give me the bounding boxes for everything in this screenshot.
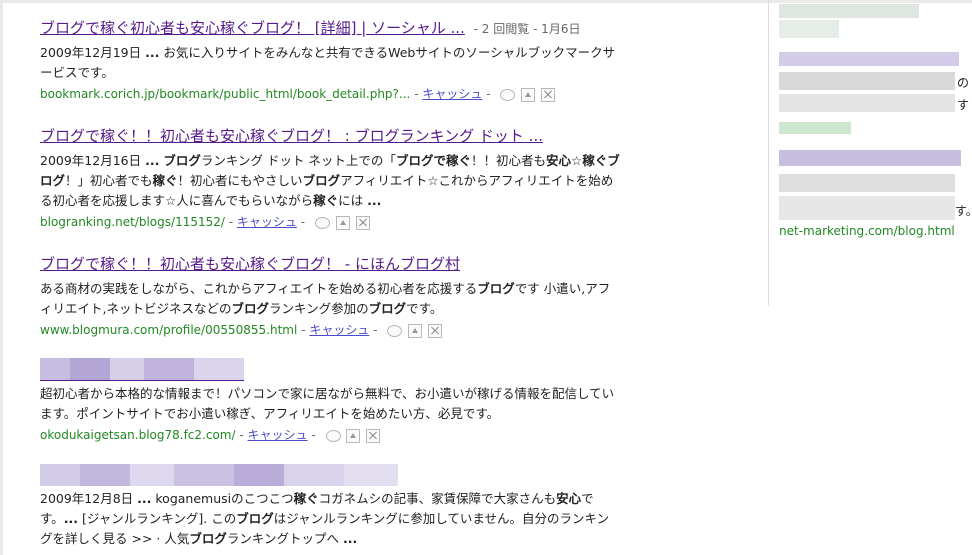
- result-item: ブログで稼ぐ初心者も安心稼ぐブログ！ [詳細] | ソーシャル ... - 2 …: [40, 18, 620, 104]
- result-cite-line: www.blogmura.com/profile/00550855.html -…: [40, 321, 620, 340]
- result-tools: [498, 86, 556, 104]
- cache-link[interactable]: キャッシュ: [248, 428, 308, 442]
- result-snippet: ある商材の実践をしながら、これからアフィエイトを始める初心者を応援するブログです…: [40, 281, 611, 316]
- sidebar-ads: の す す。 net-marketing.com/blog.html: [768, 0, 972, 306]
- comment-icon[interactable]: [325, 430, 341, 442]
- sidebar-text: の: [957, 76, 970, 90]
- result-item: 2009年12月8日 ... koganemusiのこつこつ稼ぐコガネムシの記事…: [40, 464, 620, 549]
- result-title-row: ブログで稼ぐ！！初心者も安心稼ぐブログ！ : ブログランキング ドット ...: [40, 126, 620, 148]
- result-url: www.blogmura.com/profile/00550855.html: [40, 323, 298, 337]
- result-cite-line: okodukaigetsan.blog78.fc2.com/ - キャッシュ -: [40, 426, 620, 445]
- remove-icon[interactable]: [355, 216, 370, 230]
- result-title-link[interactable]: ブログで稼ぐ！！初心者も安心稼ぐブログ！ - にほんブログ村: [40, 255, 460, 273]
- result-snippet: 2009年12月8日 ... koganemusiのこつこつ稼ぐコガネムシの記事…: [40, 491, 610, 546]
- result-tools: [385, 322, 442, 340]
- result-item: ブログで稼ぐ！！初心者も安心稼ぐブログ！ - にほんブログ村 ある商材の実践をし…: [40, 254, 620, 340]
- promote-icon[interactable]: [335, 216, 350, 230]
- promote-icon[interactable]: [408, 324, 423, 338]
- result-title-row: ブログで稼ぐ！！初心者も安心稼ぐブログ！ - にほんブログ村: [40, 254, 620, 276]
- redacted-block: [779, 174, 955, 192]
- result-tools: [313, 214, 370, 232]
- cache-link[interactable]: キャッシュ: [422, 87, 482, 101]
- comment-icon[interactable]: [500, 89, 516, 101]
- result-title-link[interactable]: ブログで稼ぐ初心者も安心稼ぐブログ！ [詳細] | ソーシャル ...: [40, 19, 465, 37]
- result-url: blogranking.net/blogs/115152/: [40, 215, 225, 229]
- result-item: 超初心者から本格的な情報まで！パソコンで家に居ながら無料で、お小遣いが稼げる情報…: [40, 358, 620, 445]
- comment-icon[interactable]: [314, 217, 330, 229]
- result-cite-line: blogranking.net/blogs/115152/ - キャッシュ -: [40, 213, 620, 232]
- result-item: ブログで稼ぐ！！初心者も安心稼ぐブログ！ : ブログランキング ドット ... …: [40, 126, 620, 232]
- promote-icon[interactable]: [346, 429, 361, 443]
- separator: -: [301, 323, 306, 337]
- redacted-block: [779, 52, 959, 66]
- separator: -: [373, 323, 378, 337]
- separator: -: [414, 87, 419, 101]
- redacted-block: [779, 122, 851, 134]
- remove-icon[interactable]: [427, 324, 442, 338]
- comment-icon[interactable]: [387, 325, 403, 337]
- separator: -: [300, 215, 306, 229]
- sidebar-text: す: [957, 98, 970, 112]
- result-snippet: 2009年12月19日 ... お気に入りサイトをみんなと共有できるWebサイト…: [40, 45, 616, 80]
- separator: -: [311, 428, 316, 442]
- result-url: bookmark.corich.jp/bookmark/public_html/…: [40, 87, 411, 101]
- redacted-title[interactable]: [40, 464, 398, 486]
- window-left-border: [0, 0, 3, 555]
- result-cite-line: bookmark.corich.jp/bookmark/public_html/…: [40, 85, 620, 104]
- separator: -: [228, 215, 234, 229]
- redacted-block: [779, 20, 839, 38]
- promote-icon[interactable]: [521, 88, 536, 102]
- sidebar-url: net-marketing.com/blog.html: [779, 224, 955, 238]
- result-title-link[interactable]: ブログで稼ぐ！！初心者も安心稼ぐブログ！ : ブログランキング ドット ...: [40, 127, 543, 145]
- redacted-title[interactable]: [40, 358, 244, 381]
- separator: -: [239, 428, 244, 442]
- redacted-block: [779, 196, 955, 220]
- cache-link[interactable]: キャッシュ: [309, 323, 369, 337]
- redacted-block: [779, 72, 955, 90]
- result-url: okodukaigetsan.blog78.fc2.com/: [40, 428, 236, 442]
- sidebar-text: す。: [955, 204, 972, 218]
- cache-link[interactable]: キャッシュ: [237, 215, 297, 229]
- result-tools: [324, 427, 381, 445]
- redacted-block: [779, 4, 919, 18]
- result-meta: - 2 回閲覧 - 1月6日: [473, 22, 581, 36]
- remove-icon[interactable]: [366, 429, 381, 443]
- remove-icon[interactable]: [541, 88, 556, 102]
- result-title-row: ブログで稼ぐ初心者も安心稼ぐブログ！ [詳細] | ソーシャル ... - 2 …: [40, 18, 620, 40]
- result-snippet: 超初心者から本格的な情報まで！パソコンで家に居ながら無料で、お小遣いが稼げる情報…: [40, 386, 615, 421]
- separator: -: [486, 87, 491, 101]
- redacted-block: [779, 94, 955, 112]
- result-snippet: 2009年12月16日 ... ブログランキング ドット ネット上での「ブログで…: [40, 153, 620, 208]
- redacted-block: [779, 150, 961, 166]
